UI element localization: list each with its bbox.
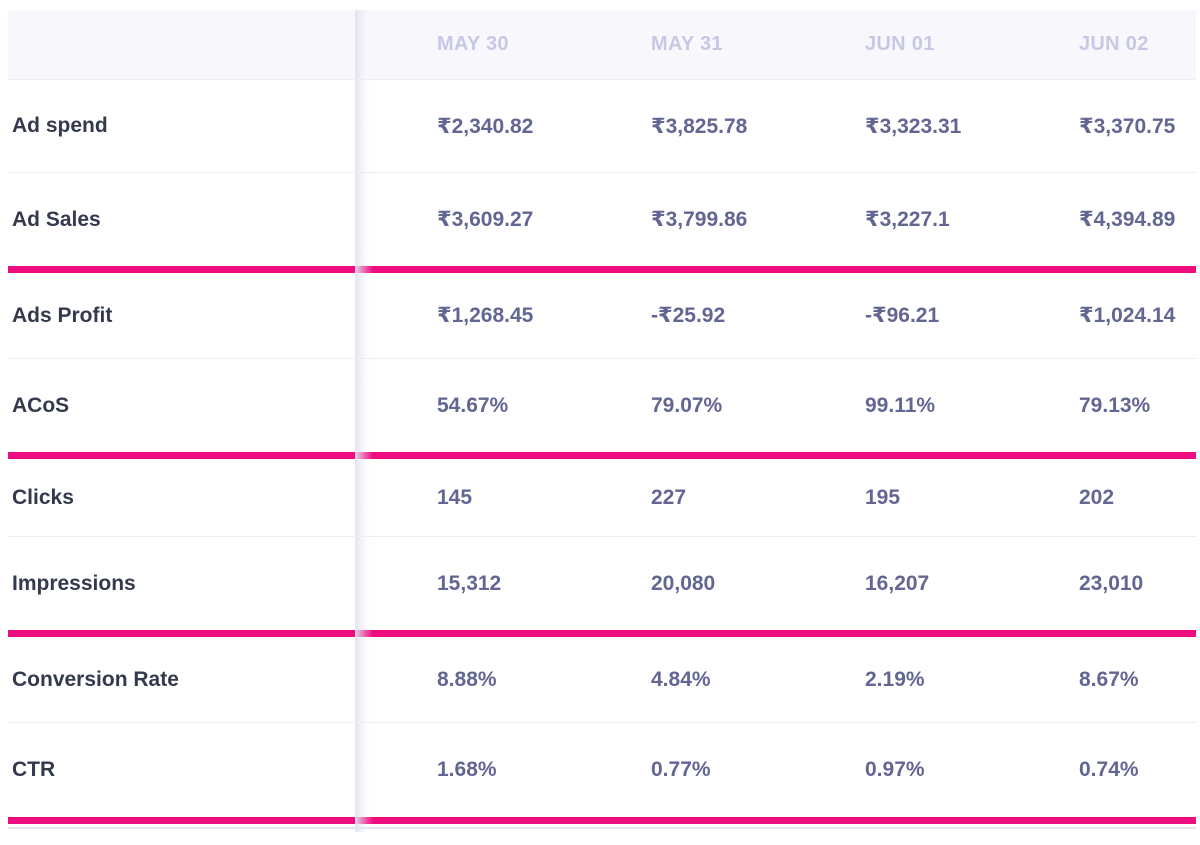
table-cell: ₹1,268.45: [437, 304, 534, 327]
table-row-ad-spend: Ad spend ₹2,340.82 ₹3,825.78 ₹3,323.31 ₹…: [8, 80, 1196, 173]
table-row-ctr: CTR 1.68% 0.77% 0.97% 0.74%: [8, 723, 1196, 817]
table-cell: 79.07%: [651, 393, 723, 417]
table-cell: 145: [437, 485, 473, 509]
table-cell: 16,207: [865, 571, 930, 595]
table-cell: 202: [1079, 485, 1115, 509]
table-cell: ₹3,323.31: [865, 114, 962, 138]
row-label: Clicks: [12, 485, 74, 509]
table-cell: ₹3,799.86: [651, 208, 748, 231]
table-cell: -₹96.21: [865, 304, 940, 327]
table-cell: ₹3,825.78: [651, 114, 748, 138]
group-divider: [8, 266, 1196, 273]
table-cell: 0.77%: [651, 758, 711, 781]
table-row-conversion-rate: Conversion Rate 8.88% 4.84% 2.19% 8.67%: [8, 637, 1196, 723]
group-divider: [8, 630, 1196, 637]
table-cell: ₹4,394.89: [1079, 208, 1176, 231]
table-cell: -₹25.92: [651, 304, 726, 327]
table-cell: ₹1,024.14: [1079, 304, 1176, 327]
row-label: Ad Sales: [12, 207, 101, 231]
table-cell: 54.67%: [437, 393, 509, 417]
table-cell: 15,312: [437, 571, 502, 595]
row-label: Ads Profit: [12, 303, 113, 327]
table-cell: 0.97%: [865, 758, 925, 781]
table-cell: 195: [865, 485, 901, 509]
table-cell: ₹3,609.27: [437, 208, 534, 231]
table-cell: 1.68%: [437, 758, 497, 781]
row-label: ACoS: [12, 393, 70, 417]
table-cell: 4.84%: [651, 667, 711, 691]
table-cell: ₹2,340.82: [437, 114, 534, 138]
table-header-row: MAY 30 MAY 31 JUN 01 JUN 02: [8, 10, 1196, 80]
table-cell: 227: [651, 485, 687, 509]
row-label: Ad spend: [12, 114, 108, 137]
table-cell: 20,080: [651, 571, 716, 595]
table-cell: ₹3,370.75: [1079, 114, 1176, 138]
table-bottom-rule: [8, 827, 1196, 829]
column-header-may-31[interactable]: MAY 31: [651, 33, 865, 56]
row-label: CTR: [12, 758, 56, 781]
group-divider: [8, 452, 1196, 459]
table-cell: 99.11%: [865, 393, 936, 417]
table-row-ad-sales: Ad Sales ₹3,609.27 ₹3,799.86 ₹3,227.1 ₹4…: [8, 173, 1196, 266]
table-cell: 8.67%: [1079, 667, 1139, 691]
row-label: Impressions: [12, 571, 136, 595]
table-cell: ₹3,227.1: [865, 208, 950, 231]
column-header-jun-01[interactable]: JUN 01: [865, 33, 1079, 56]
table-cell: 8.88%: [437, 667, 497, 691]
table-row-clicks: Clicks 145 227 195 202: [8, 459, 1196, 537]
table-cell: 23,010: [1079, 571, 1144, 595]
table-row-ads-profit: Ads Profit ₹1,268.45 -₹25.92 -₹96.21 ₹1,…: [8, 273, 1196, 359]
group-divider: [8, 817, 1196, 824]
table-cell: 2.19%: [865, 667, 925, 691]
row-label: Conversion Rate: [12, 667, 179, 691]
table-cell: 0.74%: [1079, 758, 1139, 781]
column-header-jun-02[interactable]: JUN 02: [1079, 33, 1200, 56]
column-header-may-30[interactable]: MAY 30: [437, 33, 651, 56]
table-cell: 79.13%: [1079, 393, 1151, 417]
metrics-table: MAY 30 MAY 31 JUN 01 JUN 02 Ad spend ₹2,…: [8, 10, 1196, 832]
table-row-impressions: Impressions 15,312 20,080 16,207 23,010: [8, 537, 1196, 630]
table-row-acos: ACoS 54.67% 79.07% 99.11% 79.13%: [8, 359, 1196, 452]
